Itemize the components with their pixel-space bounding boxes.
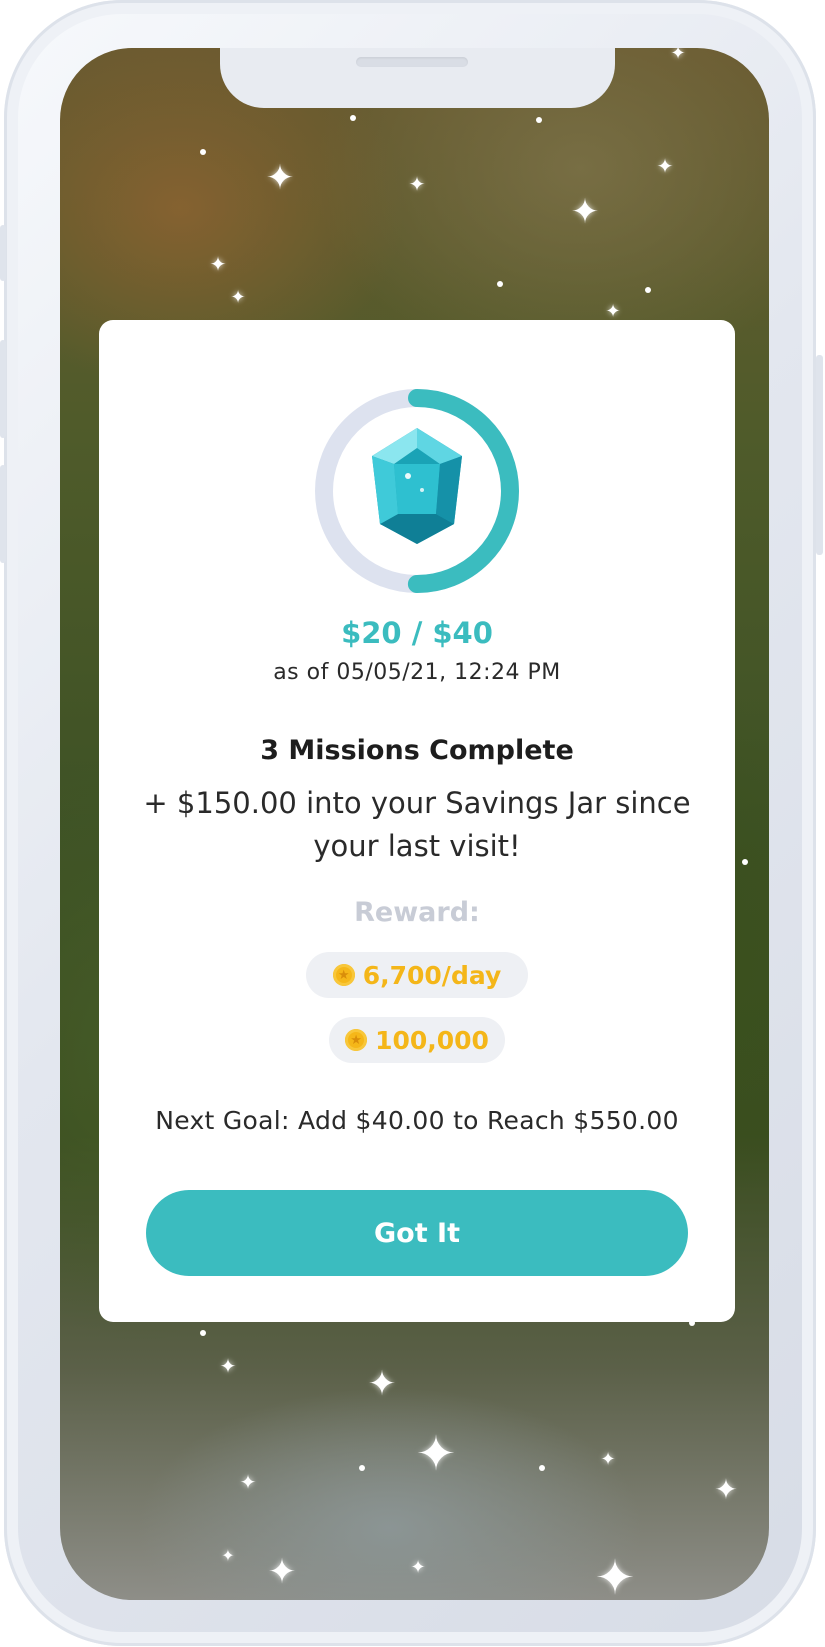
sparkle-icon: ✦ — [221, 1546, 235, 1565]
savings-goal-modal: $20 / $40 as of 05/05/21, 12:24 PM 3 Mis… — [99, 320, 735, 1322]
sparkle-icon: ✦ — [594, 1550, 636, 1600]
sparkle-icon: ✦ — [415, 1426, 457, 1482]
sparkle-icon: ✦ — [570, 192, 600, 232]
next-goal-text: Next Goal: Add $40.00 to Reach $550.00 — [155, 1106, 679, 1135]
volume-down-button — [0, 465, 6, 563]
sparkle-icon: ✦ — [410, 1557, 426, 1578]
sparkle-dot — [200, 149, 206, 155]
got-it-button[interactable]: Got It — [146, 1190, 688, 1276]
sparkle-icon: ✦ — [408, 172, 426, 196]
sparkle-dot — [200, 1330, 206, 1336]
sparkle-icon: ✦ — [219, 1354, 237, 1378]
missions-complete-title: 3 Missions Complete — [260, 735, 574, 766]
daily-reward-pill: ★ 6,700/day — [306, 952, 528, 998]
sparkle-icon: ✦ — [605, 301, 621, 322]
reward-label: Reward: — [354, 897, 480, 928]
sparkle-icon: ✦ — [230, 287, 246, 308]
coin-icon: ★ — [332, 964, 355, 986]
teal-gem-icon — [372, 428, 462, 544]
sparkle-icon: ✦ — [714, 1473, 738, 1506]
sparkle-dot — [536, 117, 542, 123]
sparkle-dot — [359, 1465, 365, 1471]
phone-speaker — [356, 57, 468, 67]
sparkle-icon: ✦ — [670, 48, 686, 64]
sparkle-icon: ✦ — [239, 1470, 257, 1494]
volume-up-button — [0, 340, 6, 438]
sparkle-dot — [350, 115, 356, 121]
sparkle-icon: ✦ — [600, 1449, 616, 1470]
bonus-reward-amount: 100,000 — [375, 1025, 489, 1055]
progress-timestamp: as of 05/05/21, 12:24 PM — [273, 660, 561, 685]
sparkle-dot — [497, 281, 503, 287]
sparkle-icon: ✦ — [265, 158, 295, 198]
sparkle-dot — [539, 1465, 545, 1471]
sparkle-icon: ✦ — [209, 252, 227, 276]
power-button — [816, 355, 823, 555]
missions-complete-description: + $150.00 into your Savings Jar since yo… — [143, 786, 691, 863]
daily-reward-amount: 6,700/day — [362, 960, 502, 990]
bonus-reward-pill: ★ 100,000 — [329, 1017, 505, 1063]
sparkle-dot — [742, 859, 748, 865]
mute-switch — [0, 225, 6, 281]
savings-progress-ring — [315, 389, 519, 593]
coin-icon: ★ — [345, 1029, 368, 1051]
sparkle-dot — [645, 287, 651, 293]
sparkle-icon: ✦ — [656, 154, 674, 178]
sparkle-icon: ✦ — [367, 1364, 397, 1404]
phone-mockup: ✦ ✦ ✦ ✦ ✦ ✦ ✦ ✦ ✦ ✦ ✦ ✦ ✦ ✦ ✦ ✦ ✦ ✦ ✦ — [0, 0, 825, 1647]
savings-progress-amount: $20 / $40 — [341, 616, 493, 650]
sparkle-icon: ✦ — [267, 1552, 297, 1592]
